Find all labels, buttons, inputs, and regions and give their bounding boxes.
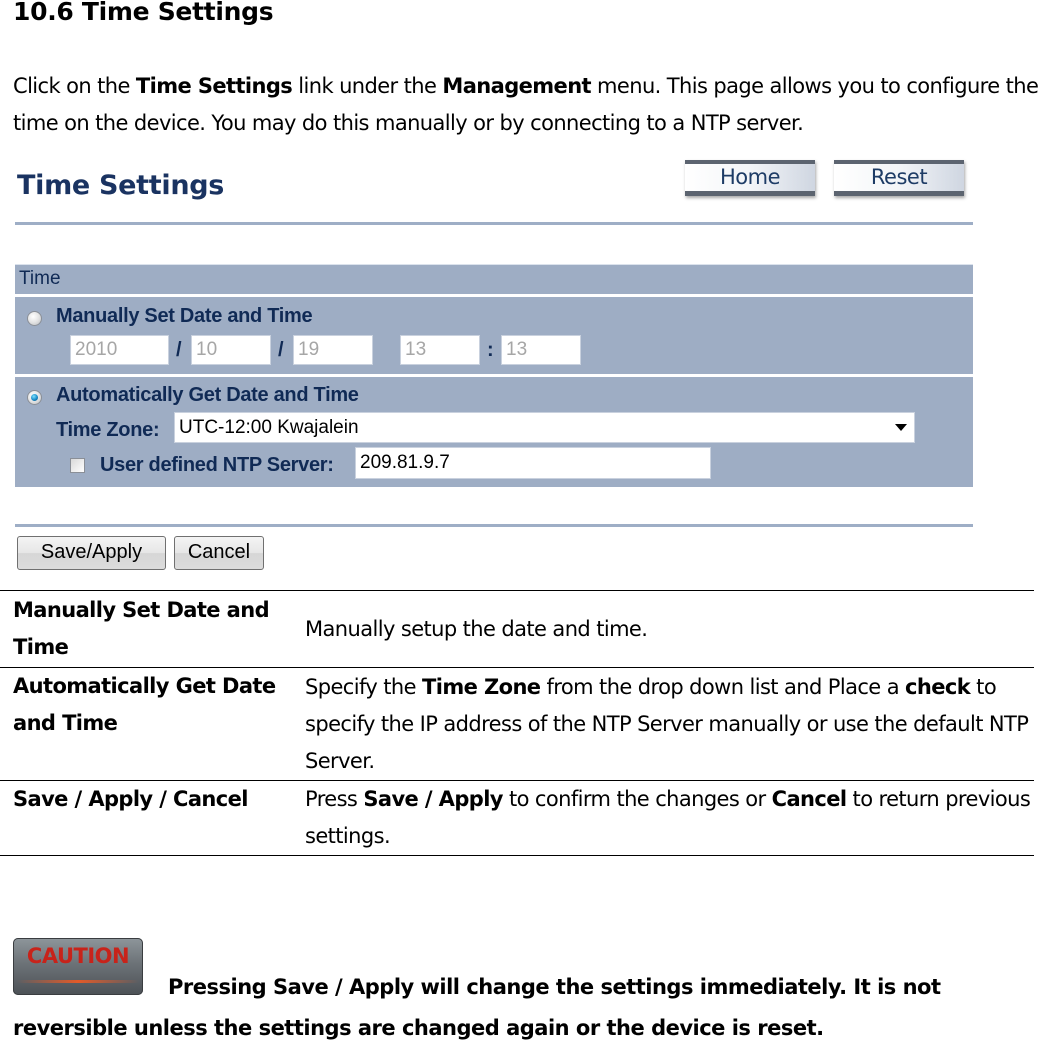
year-input[interactable]: [70, 335, 169, 365]
ntp-label: User defined NTP Server:: [100, 454, 334, 476]
table-definition: Specify the Time Zone from the drop down…: [303, 667, 1034, 781]
definition-text: Specify the: [305, 674, 423, 699]
intro-bold-time-settings: Time Settings: [135, 74, 293, 98]
table-term: Automatically Get Date and Time: [0, 667, 303, 781]
definition-bold: Save / Apply: [363, 787, 503, 811]
buttons-divider: [15, 524, 973, 527]
manual-radio[interactable]: [27, 311, 42, 326]
section-heading: 10.6 Time Settings: [13, 0, 274, 26]
definition-bold: Time Zone: [422, 674, 541, 699]
manual-label: Manually Set Date and Time: [56, 305, 313, 327]
home-button[interactable]: Home: [685, 160, 815, 196]
ntp-server-input[interactable]: [355, 447, 711, 479]
ntp-checkbox[interactable]: [70, 458, 85, 473]
save-apply-button[interactable]: Save/Apply: [17, 536, 166, 570]
minute-input[interactable]: [501, 335, 581, 365]
table-term: Manually Set Date and Time: [0, 590, 303, 668]
manual-section: Manually Set Date and Time / / :: [15, 297, 973, 374]
table-row: Automatically Get Date and Time Specify …: [0, 667, 1034, 781]
auto-label: Automatically Get Date and Time: [56, 384, 359, 406]
timezone-label: Time Zone:: [56, 419, 160, 441]
table-row: Manually Set Date and Time Manually setu…: [0, 590, 1034, 668]
definition-text: Press: [305, 787, 364, 811]
time-separator: :: [487, 339, 494, 361]
date-separator: /: [176, 339, 182, 361]
definition-text: to confirm the changes or: [502, 787, 772, 811]
ui-page-title: Time Settings: [17, 170, 225, 201]
intro-bold-management: Management: [442, 74, 591, 98]
table-term: Save / Apply / Cancel: [0, 780, 303, 856]
day-input[interactable]: [293, 335, 373, 365]
timezone-select[interactable]: UTC-12:00 Kwajalein: [174, 412, 915, 443]
cancel-button[interactable]: Cancel: [174, 536, 264, 570]
intro-text: Click on the: [13, 74, 136, 98]
time-panel-title: Time: [19, 268, 61, 289]
timezone-value: UTC-12:00 Kwajalein: [179, 417, 359, 438]
settings-description-table: Manually Set Date and Time Manually setu…: [0, 590, 1034, 856]
title-divider: [15, 222, 973, 225]
dropdown-arrow-icon: [895, 424, 907, 431]
caution-badge-label: CAUTION: [26, 944, 130, 968]
intro-paragraph: Click on the Time Settings link under th…: [13, 68, 1039, 142]
intro-text: link under the: [292, 74, 443, 98]
auto-section: Automatically Get Date and Time Time Zon…: [15, 377, 973, 487]
definition-text: Manually setup the date and time.: [305, 616, 648, 641]
definition-bold: check: [905, 674, 971, 699]
caution-text: Pressing Save / Apply will change the se…: [13, 975, 941, 1040]
definition-bold: Cancel: [771, 787, 847, 811]
table-definition: Manually setup the date and time.: [303, 590, 1034, 668]
time-panel-header: Time: [15, 264, 973, 294]
month-input[interactable]: [191, 335, 271, 365]
reset-button[interactable]: Reset: [834, 160, 964, 196]
auto-radio[interactable]: [27, 390, 42, 405]
table-row: Save / Apply / Cancel Press Save / Apply…: [0, 780, 1034, 856]
definition-text: from the drop down list and Place a: [540, 674, 906, 699]
table-definition: Press Save / Apply to confirm the change…: [303, 780, 1034, 856]
time-settings-screenshot: Time Settings Home Reset Time Manually S…: [15, 158, 975, 578]
date-separator: /: [278, 339, 284, 361]
hour-input[interactable]: [400, 335, 480, 365]
